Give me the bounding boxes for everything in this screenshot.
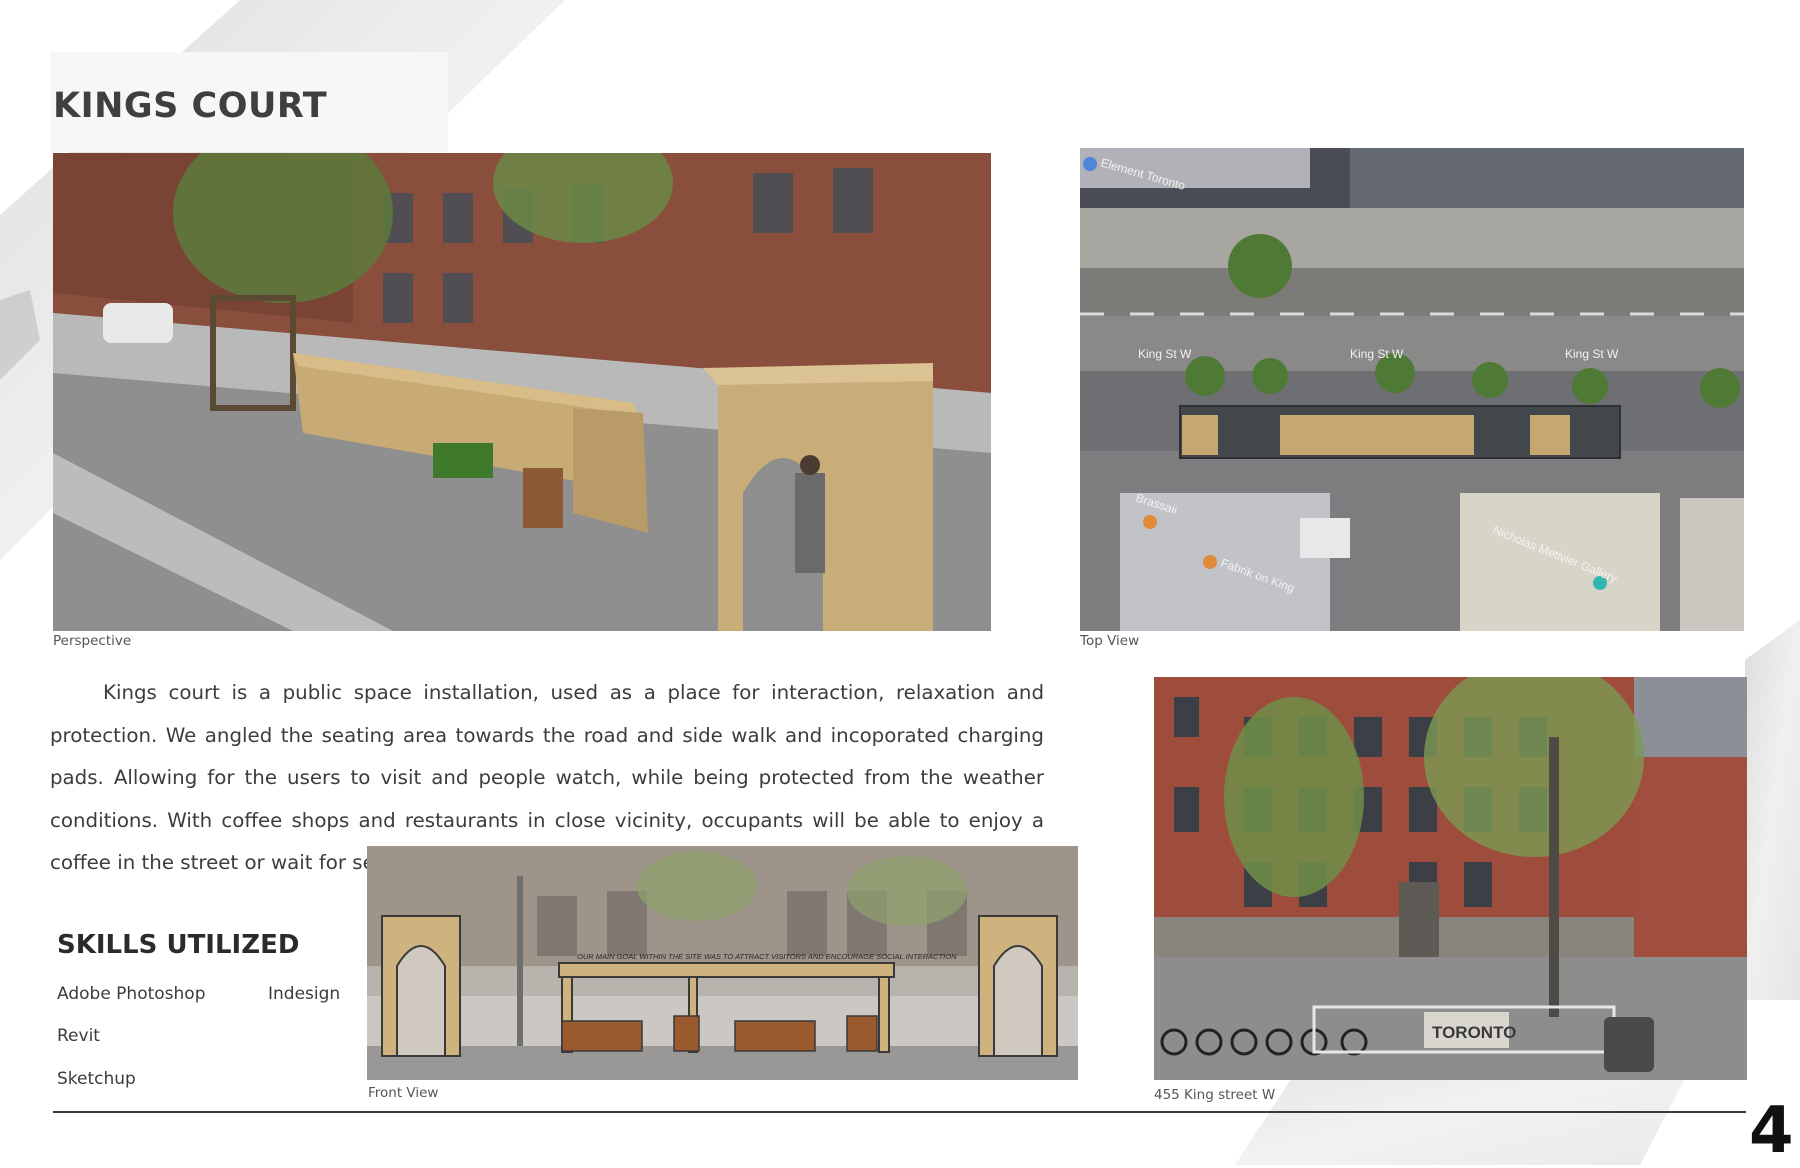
page-number: 4 bbox=[1749, 1094, 1794, 1168]
street-photo-caption: 455 King street W bbox=[1154, 1087, 1276, 1103]
top-view-image: Element Toronto King St W King St W King… bbox=[1080, 148, 1744, 631]
perspective-caption: Perspective bbox=[53, 633, 132, 649]
map-label: King St W bbox=[1350, 347, 1404, 361]
toronto-sign: TORONTO bbox=[1432, 1023, 1516, 1042]
skill-item: Sketchup bbox=[57, 1069, 136, 1089]
perspective-image bbox=[53, 153, 991, 631]
footer-rule bbox=[53, 1111, 1746, 1113]
front-view-banner: OUR MAIN GOAL WITHIN THE SITE WAS TO ATT… bbox=[577, 952, 957, 961]
front-view-caption: Front View bbox=[368, 1085, 439, 1101]
map-label: King St W bbox=[1565, 347, 1619, 361]
page-title: KINGS COURT bbox=[53, 86, 328, 126]
top-view-caption: Top View bbox=[1080, 633, 1140, 649]
skill-item: Adobe Photoshop bbox=[57, 984, 206, 1004]
skill-item: Revit bbox=[57, 1026, 100, 1046]
skills-title: SKILLS UTILIZED bbox=[57, 930, 300, 960]
map-label: King St W bbox=[1138, 347, 1192, 361]
skill-item: Indesign bbox=[268, 984, 341, 1004]
street-photo: TORONTO bbox=[1154, 677, 1747, 1080]
front-view-image: OUR MAIN GOAL WITHIN THE SITE WAS TO ATT… bbox=[367, 846, 1078, 1080]
